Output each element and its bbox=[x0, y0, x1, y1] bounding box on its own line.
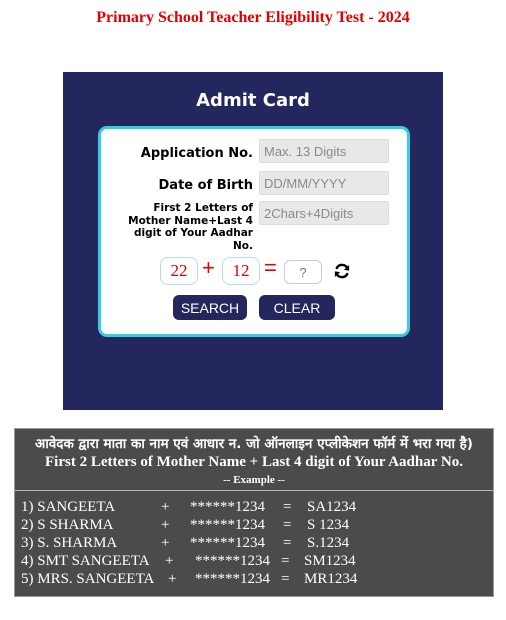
example-row: 4) SMT SANGEETA + ******1234 = SM1234 bbox=[15, 553, 493, 571]
clear-button[interactable]: CLEAR bbox=[259, 295, 335, 320]
search-button[interactable]: SEARCH bbox=[173, 295, 247, 320]
instruction-english: First 2 Letters of Mother Name + Last 4 … bbox=[45, 454, 463, 470]
example-result: S 1234 bbox=[307, 517, 350, 533]
example-plus: + bbox=[161, 535, 170, 551]
example-heading: -- Example -- bbox=[223, 474, 285, 486]
application-no-label: Application No. bbox=[140, 146, 253, 161]
captcha-number-1: 22 bbox=[160, 257, 198, 285]
example-equals: = bbox=[281, 553, 290, 569]
page-title: Primary School Teacher Eligibility Test … bbox=[96, 9, 410, 26]
admit-card-panel: Admit Card Application No. Date of Birth… bbox=[63, 72, 443, 410]
example-aadhar: ******1234 bbox=[195, 571, 270, 587]
application-no-input[interactable] bbox=[259, 139, 389, 163]
example-name: 5) MRS. SANGEETA bbox=[21, 571, 155, 587]
mother-aadhar-input[interactable] bbox=[259, 201, 389, 225]
example-aadhar: ******1234 bbox=[195, 553, 270, 569]
dob-input[interactable] bbox=[259, 171, 389, 195]
example-plus: + bbox=[161, 499, 170, 515]
captcha-answer-input[interactable] bbox=[284, 260, 322, 284]
example-equals: = bbox=[283, 535, 292, 551]
example-plus: + bbox=[161, 517, 170, 533]
example-row: 3) S. SHARMA + ******1234 = S.1234 bbox=[15, 535, 493, 553]
example-equals: = bbox=[281, 571, 290, 587]
instruction-divider bbox=[15, 490, 493, 491]
example-result: S.1234 bbox=[307, 535, 350, 551]
example-name: 2) S SHARMA bbox=[21, 517, 114, 533]
captcha-equals: = bbox=[264, 255, 277, 280]
example-equals: = bbox=[283, 517, 292, 533]
admit-card-form: Application No. Date of Birth First 2 Le… bbox=[98, 126, 410, 337]
example-aadhar: ******1234 bbox=[190, 517, 265, 533]
example-name: 4) SMT SANGEETA bbox=[21, 553, 150, 569]
example-aadhar: ******1234 bbox=[190, 535, 265, 551]
example-plus: + bbox=[165, 553, 174, 569]
example-aadhar: ******1234 bbox=[190, 499, 265, 515]
example-name: 3) S. SHARMA bbox=[21, 535, 118, 551]
captcha-plus: + bbox=[202, 255, 215, 280]
admit-card-title: Admit Card bbox=[196, 90, 310, 111]
example-result: SM1234 bbox=[304, 553, 356, 569]
dob-label: Date of Birth bbox=[158, 178, 253, 193]
example-result: SA1234 bbox=[307, 499, 357, 515]
example-row: 5) MRS. SANGEETA + ******1234 = MR1234 bbox=[15, 571, 493, 589]
example-result: MR1234 bbox=[304, 571, 358, 587]
mother-aadhar-label: First 2 Letters of Mother Name+Last 4 di… bbox=[128, 202, 253, 252]
example-row: 1) SANGEETA + ******1234 = SA1234 bbox=[15, 499, 493, 517]
example-plus: + bbox=[168, 571, 177, 587]
instruction-box: आवेदक द्वारा माता का नाम एवं आधार न. जो … bbox=[14, 428, 494, 597]
refresh-icon[interactable] bbox=[333, 262, 351, 280]
instruction-hindi: आवेदक द्वारा माता का नाम एवं आधार न. जो … bbox=[35, 436, 473, 452]
example-name: 1) SANGEETA bbox=[21, 499, 116, 515]
example-row: 2) S SHARMA + ******1234 = S 1234 bbox=[15, 517, 493, 535]
captcha-number-2: 12 bbox=[222, 257, 260, 285]
example-equals: = bbox=[283, 499, 292, 515]
